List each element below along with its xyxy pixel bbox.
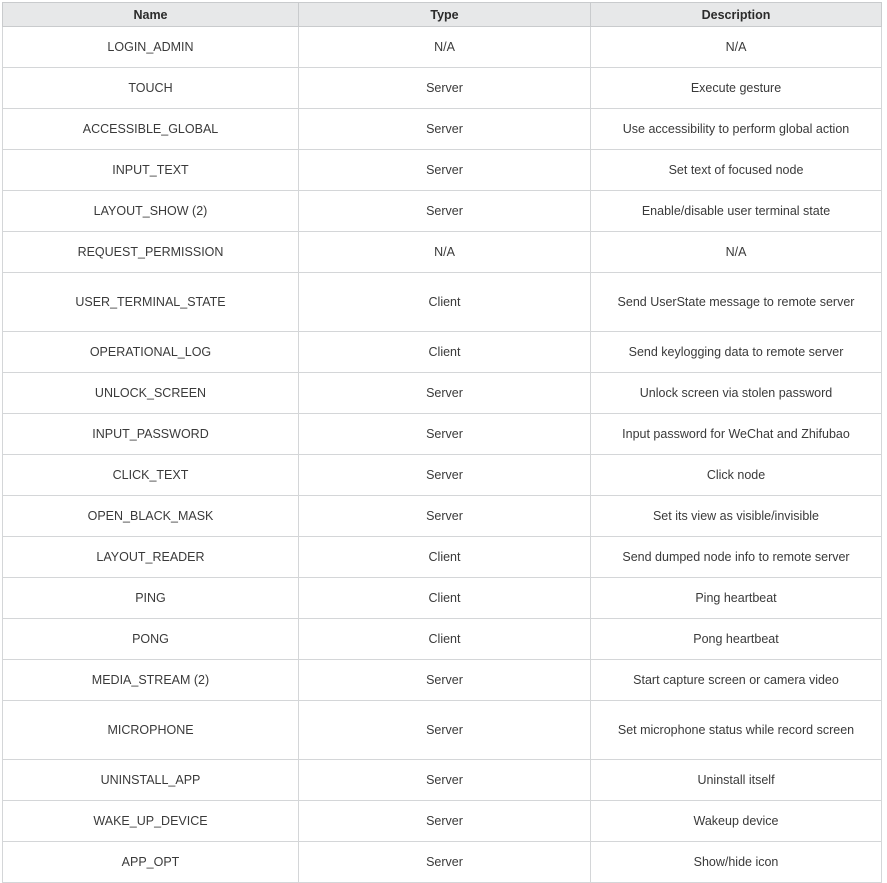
table-header: Name Type Description xyxy=(3,3,882,27)
cell-name: MEDIA_STREAM (2) xyxy=(3,660,299,701)
cell-description: Enable/disable user terminal state xyxy=(591,191,882,232)
cell-description: Input password for WeChat and Zhifubao xyxy=(591,414,882,455)
table-container: Name Type Description LOGIN_ADMINN/AN/AT… xyxy=(0,0,887,883)
cell-type: Server xyxy=(299,414,591,455)
table-header-row: Name Type Description xyxy=(3,3,882,27)
cell-name: UNINSTALL_APP xyxy=(3,760,299,801)
cell-description: Unlock screen via stolen password xyxy=(591,373,882,414)
cell-description: Set microphone status while record scree… xyxy=(591,701,882,760)
cell-type: Server xyxy=(299,191,591,232)
cell-type: Server xyxy=(299,68,591,109)
table-row: INPUT_TEXTServerSet text of focused node xyxy=(3,150,882,191)
cell-description: N/A xyxy=(591,27,882,68)
command-table: Name Type Description LOGIN_ADMINN/AN/AT… xyxy=(2,2,882,883)
table-row: TOUCHServerExecute gesture xyxy=(3,68,882,109)
cell-type: Client xyxy=(299,332,591,373)
cell-name: LAYOUT_READER xyxy=(3,537,299,578)
cell-type: Client xyxy=(299,619,591,660)
table-row: PINGClientPing heartbeat xyxy=(3,578,882,619)
table-body: LOGIN_ADMINN/AN/ATOUCHServerExecute gest… xyxy=(3,27,882,883)
cell-type: N/A xyxy=(299,27,591,68)
table-row: MEDIA_STREAM (2)ServerStart capture scre… xyxy=(3,660,882,701)
cell-type: Client xyxy=(299,273,591,332)
cell-name: PING xyxy=(3,578,299,619)
cell-description: Set its view as visible/invisible xyxy=(591,496,882,537)
cell-type: Server xyxy=(299,801,591,842)
cell-name: CLICK_TEXT xyxy=(3,455,299,496)
cell-type: Server xyxy=(299,496,591,537)
cell-name: LOGIN_ADMIN xyxy=(3,27,299,68)
cell-name: ACCESSIBLE_GLOBAL xyxy=(3,109,299,150)
table-row: REQUEST_PERMISSIONN/AN/A xyxy=(3,232,882,273)
table-row: ACCESSIBLE_GLOBALServerUse accessibility… xyxy=(3,109,882,150)
table-row: OPERATIONAL_LOGClientSend keylogging dat… xyxy=(3,332,882,373)
cell-name: TOUCH xyxy=(3,68,299,109)
column-header-description: Description xyxy=(591,3,882,27)
cell-description: Send UserState message to remote server xyxy=(591,273,882,332)
table-row: CLICK_TEXTServerClick node xyxy=(3,455,882,496)
cell-name: INPUT_TEXT xyxy=(3,150,299,191)
cell-type: Server xyxy=(299,373,591,414)
cell-name: OPEN_BLACK_MASK xyxy=(3,496,299,537)
table-row: LOGIN_ADMINN/AN/A xyxy=(3,27,882,68)
cell-name: USER_TERMINAL_STATE xyxy=(3,273,299,332)
column-header-name: Name xyxy=(3,3,299,27)
cell-description: Wakeup device xyxy=(591,801,882,842)
cell-type: N/A xyxy=(299,232,591,273)
cell-description: Set text of focused node xyxy=(591,150,882,191)
table-row: MICROPHONEServerSet microphone status wh… xyxy=(3,701,882,760)
table-row: WAKE_UP_DEVICEServerWakeup device xyxy=(3,801,882,842)
cell-type: Server xyxy=(299,842,591,883)
table-row: LAYOUT_SHOW (2)ServerEnable/disable user… xyxy=(3,191,882,232)
cell-description: N/A xyxy=(591,232,882,273)
cell-description: Use accessibility to perform global acti… xyxy=(591,109,882,150)
table-row: PONGClientPong heartbeat xyxy=(3,619,882,660)
cell-name: OPERATIONAL_LOG xyxy=(3,332,299,373)
cell-description: Send dumped node info to remote server xyxy=(591,537,882,578)
cell-name: MICROPHONE xyxy=(3,701,299,760)
cell-name: APP_OPT xyxy=(3,842,299,883)
cell-name: INPUT_PASSWORD xyxy=(3,414,299,455)
cell-type: Server xyxy=(299,150,591,191)
cell-type: Server xyxy=(299,760,591,801)
cell-type: Server xyxy=(299,660,591,701)
table-row: OPEN_BLACK_MASKServerSet its view as vis… xyxy=(3,496,882,537)
table-row: LAYOUT_READERClientSend dumped node info… xyxy=(3,537,882,578)
cell-description: Pong heartbeat xyxy=(591,619,882,660)
cell-name: REQUEST_PERMISSION xyxy=(3,232,299,273)
cell-type: Client xyxy=(299,537,591,578)
cell-description: Show/hide icon xyxy=(591,842,882,883)
table-row: USER_TERMINAL_STATEClientSend UserState … xyxy=(3,273,882,332)
cell-description: Uninstall itself xyxy=(591,760,882,801)
cell-name: PONG xyxy=(3,619,299,660)
cell-description: Send keylogging data to remote server xyxy=(591,332,882,373)
cell-description: Start capture screen or camera video xyxy=(591,660,882,701)
cell-type: Client xyxy=(299,578,591,619)
cell-name: WAKE_UP_DEVICE xyxy=(3,801,299,842)
cell-type: Server xyxy=(299,455,591,496)
table-row: INPUT_PASSWORDServerInput password for W… xyxy=(3,414,882,455)
column-header-type: Type xyxy=(299,3,591,27)
table-row: UNINSTALL_APPServerUninstall itself xyxy=(3,760,882,801)
cell-description: Execute gesture xyxy=(591,68,882,109)
table-row: UNLOCK_SCREENServerUnlock screen via sto… xyxy=(3,373,882,414)
cell-name: LAYOUT_SHOW (2) xyxy=(3,191,299,232)
cell-description: Click node xyxy=(591,455,882,496)
cell-description: Ping heartbeat xyxy=(591,578,882,619)
cell-name: UNLOCK_SCREEN xyxy=(3,373,299,414)
cell-type: Server xyxy=(299,701,591,760)
table-row: APP_OPTServerShow/hide icon xyxy=(3,842,882,883)
cell-type: Server xyxy=(299,109,591,150)
